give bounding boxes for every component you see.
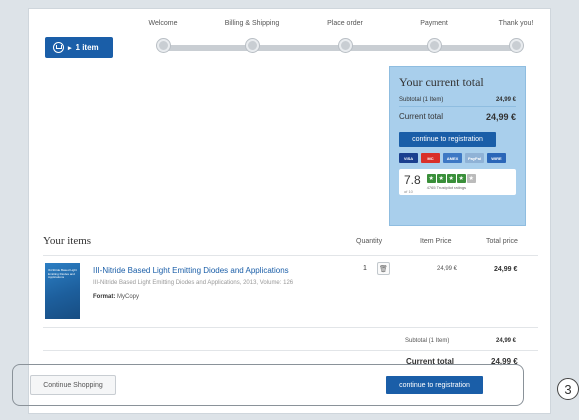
step-dot — [509, 39, 523, 52]
chevron-right-icon: ▸ — [68, 44, 72, 52]
wire-transfer-icon: WIRE — [487, 153, 506, 163]
paypal-icon: PayPal — [465, 153, 484, 163]
summary-subtotal-value: 24,99 € — [495, 97, 516, 103]
trust-score-block: 7.8 of 10 — [404, 171, 421, 194]
step-dot — [156, 39, 170, 52]
order-summary-box: Your current total Subtotal (1 Item) 24,… — [389, 66, 526, 226]
mastercard-icon: MC — [421, 153, 440, 163]
cart-button[interactable]: ▸ 1 item — [45, 37, 113, 58]
amex-icon: AMEX — [443, 153, 462, 163]
summary-subtotal-row: Subtotal (1 Item) 24,99 € — [399, 94, 516, 107]
divider — [43, 350, 538, 351]
summary-continue-registration-button[interactable]: continue to registration — [399, 132, 496, 147]
divider — [43, 255, 538, 256]
cart-count: 1 item — [75, 43, 99, 52]
col-header-item-price: Item Price — [420, 238, 452, 245]
step-welcome: Welcome — [123, 19, 203, 52]
star-icon: ★ — [426, 174, 436, 183]
summary-title: Your current total — [399, 75, 484, 89]
payment-methods: VISA MC AMEX PayPal WIRE — [399, 153, 516, 163]
items-heading: Your items — [43, 235, 92, 247]
step-payment: Payment — [394, 19, 474, 52]
step-label: Payment — [420, 20, 448, 27]
summary-total-value: 24,99 € — [485, 112, 516, 122]
continue-shopping-button[interactable]: Continue Shopping — [30, 375, 116, 395]
step-label: Welcome — [148, 20, 178, 27]
step-billing-shipping: Billing & Shipping — [212, 19, 292, 52]
step-label: Billing & Shipping — [224, 20, 280, 27]
summary-total-row: Current total 24,99 € — [399, 107, 516, 128]
col-header-total-price: Total price — [486, 238, 518, 245]
item-format: Format: MyCopy — [93, 294, 139, 300]
star-icon: ★ — [456, 174, 466, 183]
checkout-progress: Welcome Billing & Shipping Place order P… — [148, 19, 533, 59]
item-title-link[interactable]: III-Nitride Based Light Emitting Diodes … — [93, 266, 289, 275]
footer-subtotal-label: Subtotal (1 Item) — [405, 338, 450, 344]
trustpilot-widget: 7.8 of 10 ★ ★ ★ ★ ★ 4765 Trustpilot rati… — [399, 169, 516, 195]
annotation-badge: 3 — [557, 378, 579, 400]
star-half-icon: ★ — [466, 174, 476, 183]
trust-stars: ★ ★ ★ ★ ★ — [426, 174, 476, 183]
step-place-order: Place order — [305, 19, 385, 52]
star-icon: ★ — [446, 174, 456, 183]
checkout-page: ▸ 1 item Welcome Billing & Shipping Plac… — [28, 8, 551, 414]
step-label: Place order — [327, 20, 363, 27]
trust-ratings-count: 4765 Trustpilot ratings — [426, 185, 467, 190]
trust-stars-block: ★ ★ ★ ★ ★ 4765 Trustpilot ratings — [426, 174, 476, 190]
item-unit-price: 24,99 € — [437, 266, 458, 272]
step-thank-you: Thank you! — [476, 19, 556, 52]
continue-registration-button[interactable]: continue to registration — [386, 376, 483, 394]
book-cover-title: III-Nitride Based Light Emitting Diodes … — [48, 268, 77, 279]
book-cover-image[interactable]: III-Nitride Based Light Emitting Diodes … — [45, 263, 80, 319]
item-format-label: Format: — [93, 294, 116, 300]
divider — [43, 327, 538, 328]
step-dot — [427, 39, 441, 52]
col-header-quantity: Quantity — [356, 238, 383, 245]
step-dot — [245, 39, 259, 52]
item-subtitle: III-Nitride Based Light Emitting Diodes … — [93, 280, 294, 286]
summary-subtotal-label: Subtotal (1 Item) — [399, 97, 444, 103]
item-format-value: MyCopy — [117, 294, 140, 300]
footer-subtotal-value: 24,99 € — [496, 338, 517, 344]
bottom-action-bar: Continue Shopping continue to registrati… — [12, 364, 524, 406]
step-dot — [338, 39, 352, 52]
item-total-price: 24,99 € — [494, 266, 518, 273]
star-icon: ★ — [436, 174, 446, 183]
cart-icon — [53, 42, 64, 53]
trust-score: 7.8 — [404, 172, 421, 187]
step-label: Thank you! — [498, 20, 534, 27]
trust-score-scale: of 10 — [404, 188, 413, 194]
summary-total-label: Current total — [399, 112, 444, 121]
visa-icon: VISA — [399, 153, 418, 163]
trash-icon[interactable]: 🗑 — [377, 262, 390, 275]
item-quantity: 1 — [363, 265, 367, 272]
